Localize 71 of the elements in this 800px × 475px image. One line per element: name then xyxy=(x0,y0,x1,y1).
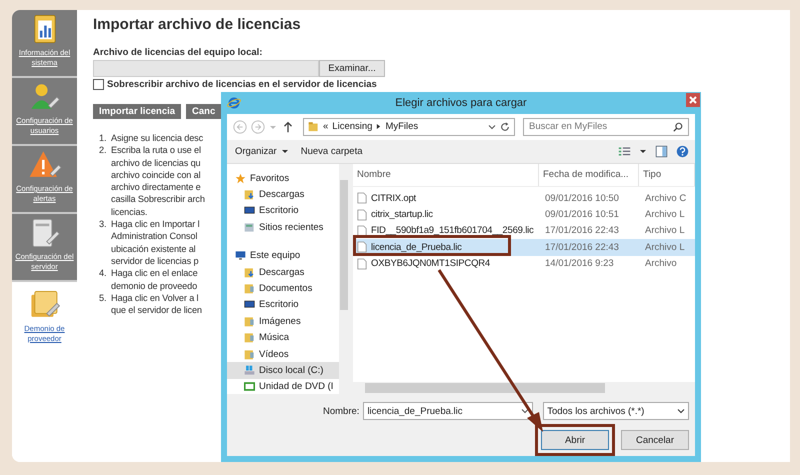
step-text: archivo coincide con al xyxy=(111,168,202,182)
nav-item[interactable]: Imágenes xyxy=(227,313,339,330)
action-button[interactable]: Importar licencia xyxy=(93,104,182,119)
file-row[interactable]: OXBYB6JQN0MT1SIPCQR4 14/01/2016 9:23 Archivo xyxy=(353,256,695,272)
step-number: 2. xyxy=(99,144,108,158)
file-date: 09/01/2016 10:51 xyxy=(544,209,620,220)
file-name: licencia_de_Prueba.lic xyxy=(371,242,462,253)
step-number: 1. xyxy=(99,132,108,144)
step-text: ubicación existente al xyxy=(111,242,197,255)
file-type-dropdown[interactable]: Todos los archivos (*.*) xyxy=(543,402,689,420)
step-text: Haga clic en Volver a l xyxy=(111,292,200,304)
nav-item[interactable]: Vídeos xyxy=(227,346,339,362)
file-type: Archivo L xyxy=(644,209,686,220)
column-header[interactable]: Tipo xyxy=(639,164,695,186)
file-name: FID__590bf1a9_151fb601704__2569.lic xyxy=(371,225,534,236)
file-row[interactable]: citrix_startup.lic 09/01/2016 10:51 Archivo L xyxy=(353,206,695,223)
file-date: 09/01/2016 10:50 xyxy=(544,192,620,204)
step-number: 5. xyxy=(99,292,108,305)
step-text: Haga clic en Importar l xyxy=(111,218,200,230)
nav-item[interactable]: Sitios recientes xyxy=(227,219,339,236)
column-header[interactable]: Fecha de modifica... xyxy=(539,164,639,186)
step-text: Haga clic en el enlace xyxy=(111,267,198,280)
column-header[interactable]: Nombre xyxy=(353,164,539,186)
dialog-title: Elegir archivos para cargar xyxy=(394,97,528,109)
filename-label: Nombre: xyxy=(323,406,360,416)
nav-item[interactable]: Favoritos xyxy=(227,170,339,186)
file-row[interactable]: FID__590bf1a9_151fb601704__2569.lic 17/01/2016 22:43 Archivo L xyxy=(353,222,695,240)
file-date: 17/01/2016 22:43 xyxy=(544,242,620,253)
step-text: casilla Sobrescribir arch xyxy=(111,193,205,206)
field-label: Archivo de licencias del equipo local: xyxy=(93,47,264,58)
organize-menu[interactable]: Organizar xyxy=(233,146,291,157)
nav-item[interactable]: Escritorio xyxy=(227,202,339,220)
nav-item[interactable]: Música xyxy=(227,330,339,346)
file-name: citrix_startup.lic xyxy=(371,209,433,220)
file-date: 14/01/2016 9:23 xyxy=(544,258,615,270)
nav-item[interactable]: Descargas xyxy=(227,264,339,280)
step-text: servidor de licencias p xyxy=(111,254,200,268)
toolbar-button[interactable]: Nueva carpeta xyxy=(298,146,365,157)
file-type: Archivo L xyxy=(644,242,686,253)
search-field[interactable]: Buscar en MyFiles xyxy=(523,118,689,136)
file-row[interactable]: CITRIX.opt 09/01/2016 10:50 Archivo C xyxy=(353,190,695,206)
step-text: Administration Consol xyxy=(111,230,198,243)
page-title: Importar archivo de licencias xyxy=(93,16,302,33)
address-bar[interactable]: « Licensing MyFiles xyxy=(303,118,515,136)
browse-button[interactable]: Examinar... xyxy=(319,60,385,77)
file-type: Archivo L xyxy=(644,225,686,236)
file-date: 17/01/2016 22:43 xyxy=(544,225,620,236)
nav-item[interactable]: Disco local (C:) xyxy=(227,362,339,379)
file-type: Archivo xyxy=(644,258,678,270)
open-button[interactable]: Abrir xyxy=(541,430,609,450)
step-text: archivo directamente e xyxy=(111,181,202,194)
step-number: 4. xyxy=(99,267,108,280)
file-name: CITRIX.opt xyxy=(371,192,416,204)
step-text: licencias. xyxy=(111,206,148,218)
step-text: archivo de licencias qu xyxy=(111,156,202,169)
file-name: OXBYB6JQN0MT1SIPCQR4 xyxy=(371,258,490,270)
step-text: Asigne su licencia desc xyxy=(111,132,204,144)
nav-item[interactable]: Escritorio xyxy=(227,296,339,314)
step-number: 3. xyxy=(99,218,108,232)
step-text: Escriba la ruta o use el xyxy=(111,144,202,157)
step-text: demonio de proveedo xyxy=(111,280,198,292)
nav-item[interactable]: Unidad de DVD (I xyxy=(227,378,339,394)
nav-item[interactable]: Documentos xyxy=(227,280,339,297)
file-type: Archivo C xyxy=(644,192,688,204)
filename-field[interactable]: licencia_de_Prueba.lic xyxy=(363,402,534,420)
cancel-button[interactable]: Cancelar xyxy=(621,430,689,450)
overwrite-label: Sobrescribir archivo de licencias en el servidor de licencias xyxy=(107,79,377,90)
action-button[interactable]: Canc xyxy=(186,104,222,119)
nav-item[interactable]: Descargas xyxy=(227,186,339,203)
step-text: que el servidor de licen xyxy=(111,304,202,316)
nav-item[interactable]: Este equipo xyxy=(227,248,339,264)
